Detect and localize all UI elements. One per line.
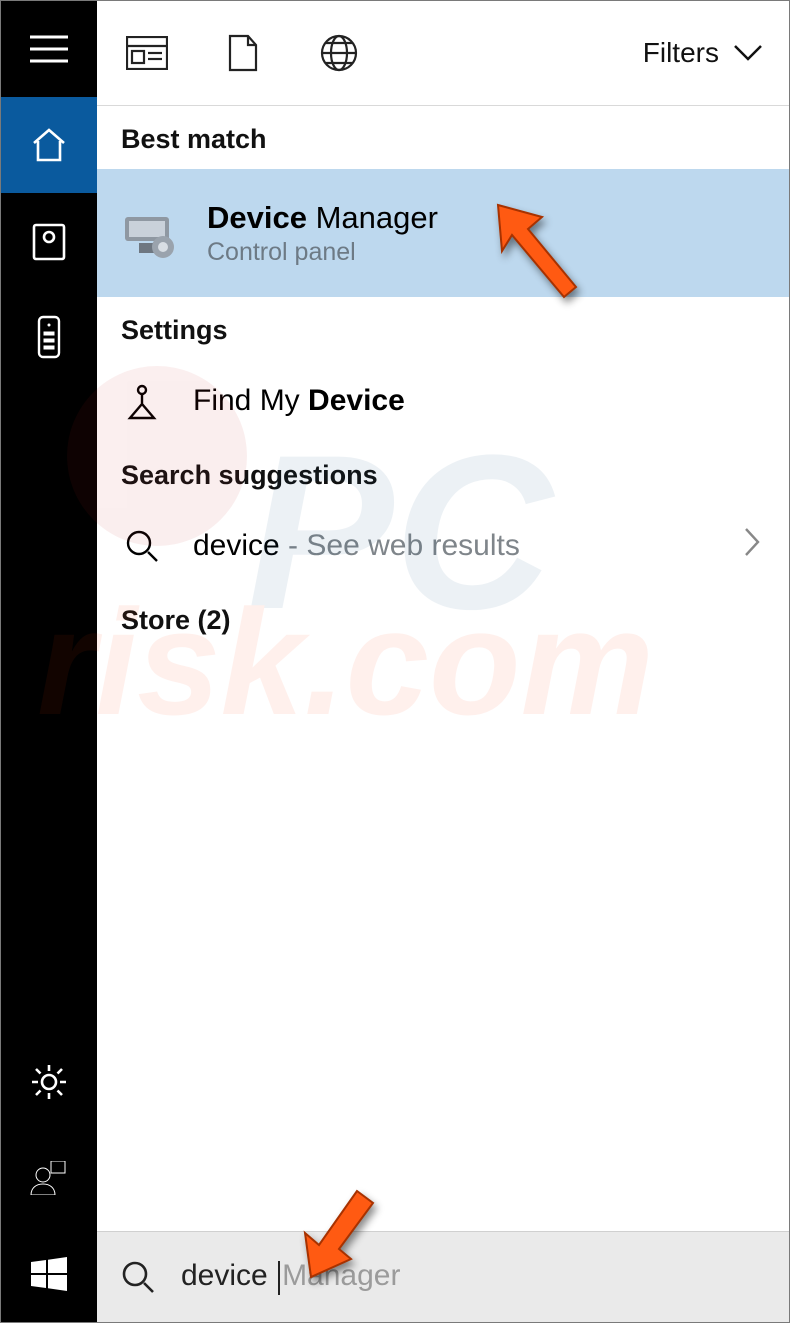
search-input-text: device Manager xyxy=(181,1259,400,1294)
windows-start-button[interactable] xyxy=(1,1226,97,1322)
best-match-heading: Best match xyxy=(97,106,789,169)
location-icon xyxy=(124,382,160,420)
scope-apps-button[interactable] xyxy=(117,25,177,81)
scope-web-button[interactable] xyxy=(309,25,369,81)
news-icon xyxy=(126,36,168,70)
scope-documents-button[interactable] xyxy=(213,25,273,81)
photo-icon xyxy=(32,221,66,261)
best-match-title: Device Manager xyxy=(207,200,438,236)
results-content: PC risk.com Best match Device Man xyxy=(97,106,789,1231)
feedback-button[interactable] xyxy=(1,1130,97,1226)
settings-button[interactable] xyxy=(1,1034,97,1130)
people-icon xyxy=(29,1161,69,1195)
suggestions-heading: Search suggestions xyxy=(97,442,789,505)
web-suggestion[interactable]: device - See web results xyxy=(97,505,789,587)
document-icon xyxy=(227,34,259,72)
gear-icon xyxy=(29,1062,69,1102)
chevron-right-icon xyxy=(743,527,761,557)
hamburger-icon xyxy=(30,35,68,63)
remote-icon xyxy=(37,315,61,359)
scope-toolbar: Filters xyxy=(97,1,789,106)
filters-label: Filters xyxy=(643,37,719,69)
filters-dropdown[interactable]: Filters xyxy=(643,37,769,69)
globe-icon xyxy=(320,34,358,72)
photos-filter-button[interactable] xyxy=(1,193,97,289)
settings-item-label: Find My Device xyxy=(193,384,405,418)
search-icon xyxy=(125,529,159,563)
windows-logo-icon xyxy=(29,1254,69,1294)
suggestion-text: device - See web results xyxy=(193,529,520,563)
chevron-down-icon xyxy=(733,44,763,62)
menu-button[interactable] xyxy=(1,1,97,97)
sidebar xyxy=(1,1,97,1322)
remote-filter-button[interactable] xyxy=(1,289,97,385)
search-input-bar[interactable]: device Manager xyxy=(97,1231,789,1322)
best-match-subtitle: Control panel xyxy=(207,238,438,267)
best-match-result[interactable]: Device Manager Control panel xyxy=(97,169,789,297)
device-manager-icon xyxy=(119,203,179,263)
settings-heading: Settings xyxy=(97,297,789,360)
settings-item-find-my-device[interactable]: Find My Device xyxy=(97,360,789,442)
results-pane: Filters PC risk.com Best match xyxy=(97,1,789,1322)
cortana-search-panel: Filters PC risk.com Best match xyxy=(0,0,790,1323)
store-heading: Store (2) xyxy=(97,587,789,650)
search-icon xyxy=(121,1260,155,1294)
home-icon xyxy=(30,127,68,163)
home-button[interactable] xyxy=(1,97,97,193)
